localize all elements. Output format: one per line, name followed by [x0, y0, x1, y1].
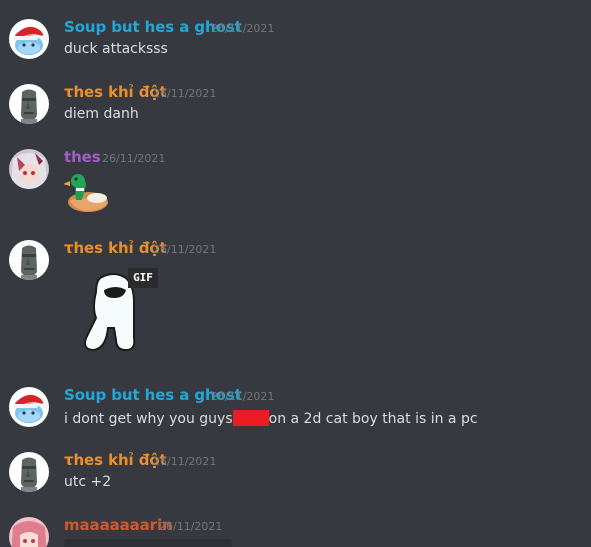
avatar[interactable]: [9, 19, 49, 59]
anime-girl-icon: [9, 149, 49, 189]
username[interactable]: τhes khỉ đột: [64, 239, 167, 257]
message-text: i dont get why you guys on a 2d cat boy t…: [64, 410, 478, 427]
santa-hat-ghost-icon: [9, 387, 49, 427]
moai-icon: [9, 84, 49, 124]
moai-icon: [9, 240, 49, 280]
santa-hat-ghost-icon: [9, 19, 49, 59]
avatar[interactable]: [9, 149, 49, 189]
avatar[interactable]: [9, 387, 49, 427]
timestamp: 26/11/2021: [153, 243, 217, 256]
username[interactable]: τhes khỉ đột: [64, 83, 167, 101]
duck-emoji-icon: [64, 174, 108, 212]
avatar[interactable]: [9, 452, 49, 492]
message-list: Soup but hes a ghost 26/11/2021 duck att…: [0, 0, 591, 547]
username[interactable]: τhes khỉ đột: [64, 451, 167, 469]
message-text: utc +2: [64, 474, 112, 490]
avatar[interactable]: [9, 84, 49, 124]
timestamp: 26/11/2021: [153, 455, 217, 468]
embed-preview: [64, 539, 232, 547]
timestamp: 26/11/2021: [102, 152, 166, 165]
redaction-box: [232, 410, 269, 426]
timestamp: 26/11/2021: [153, 87, 217, 100]
anime-girl-pink-icon: [9, 517, 49, 547]
avatar[interactable]: [9, 517, 49, 547]
message-text: duck attacksss: [64, 41, 168, 57]
username[interactable]: thes: [64, 148, 101, 166]
moai-icon: [9, 452, 49, 492]
gif-badge: GIF: [128, 268, 158, 288]
timestamp: 26/11/2021: [159, 520, 223, 533]
message-text-before: i dont get why you guys: [64, 411, 233, 427]
message-text-after: on a 2d cat boy that is in a pc: [268, 411, 478, 427]
message-text: diem danh: [64, 106, 139, 122]
username[interactable]: maaaaaaarin: [64, 516, 173, 534]
timestamp: 26/11/2021: [211, 390, 275, 403]
timestamp: 26/11/2021: [211, 22, 275, 35]
avatar[interactable]: [9, 240, 49, 280]
